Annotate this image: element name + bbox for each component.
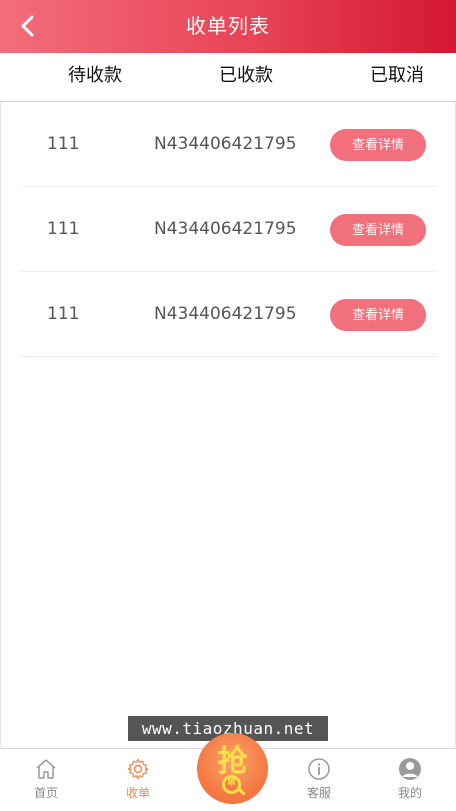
home-icon (36, 759, 56, 779)
order-amount: 111 (47, 134, 80, 154)
order-amount: 111 (47, 219, 80, 239)
tabbar-label-mine: 我的 (397, 786, 422, 800)
list-item: 111 N434406421795 查看详情 (20, 102, 437, 187)
info-icon (308, 758, 330, 780)
page-left-border (0, 53, 1, 811)
tab-pending[interactable]: 待收款 (68, 53, 122, 101)
tab-received[interactable]: 已收款 (219, 53, 273, 101)
tabbar-label-home: 首页 (33, 786, 58, 800)
grab-label: 抢 (217, 744, 248, 779)
tab-cancelled[interactable]: 已取消 (370, 53, 424, 101)
page-title: 收单列表 (186, 14, 270, 38)
status-tabs: 待收款 已收款 已取消 (0, 53, 456, 102)
tabbar-item-home[interactable]: 首页 (16, 749, 76, 811)
gear-icon (127, 758, 149, 780)
order-number: N434406421795 (154, 219, 297, 239)
user-icon (399, 758, 421, 780)
grab-order-button[interactable]: 抢 单 (197, 733, 268, 804)
tabbar-item-mine[interactable]: 我的 (380, 749, 440, 811)
order-amount: 111 (47, 304, 80, 324)
grab-sub-label: 单 (226, 778, 236, 788)
tabbar-label-service: 客服 (306, 786, 331, 800)
view-details-button[interactable]: 查看详情 (330, 299, 426, 331)
header-bar: 收单列表 (0, 0, 456, 53)
tabbar-label-collect: 收单 (125, 786, 150, 800)
tabbar-item-service[interactable]: 客服 (289, 749, 349, 811)
tabbar-item-collect[interactable]: 收单 (108, 749, 168, 811)
list-item: 111 N434406421795 查看详情 (20, 187, 437, 272)
order-number: N434406421795 (154, 134, 297, 154)
view-details-button[interactable]: 查看详情 (330, 214, 426, 246)
list-item: 111 N434406421795 查看详情 (20, 272, 437, 357)
order-number: N434406421795 (154, 304, 297, 324)
view-details-button[interactable]: 查看详情 (330, 129, 426, 161)
